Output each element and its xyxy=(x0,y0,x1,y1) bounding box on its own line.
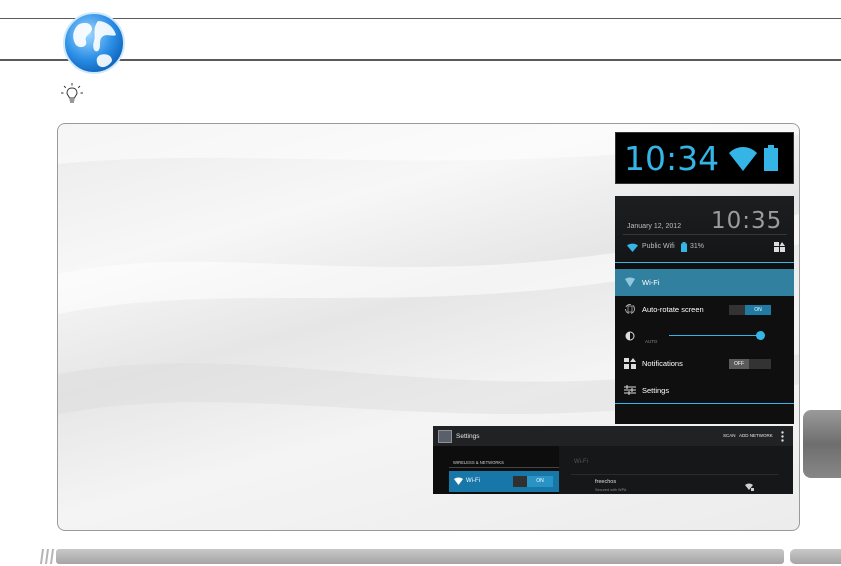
scan-button[interactable]: SCAN xyxy=(723,433,736,438)
quick-setting-label: Wi-Fi xyxy=(642,278,660,287)
quick-setting-brightness: AUTO xyxy=(615,323,794,350)
settings-app-icon[interactable] xyxy=(438,430,452,443)
footer-stripes xyxy=(40,549,54,564)
footer-bar xyxy=(56,549,784,564)
footer-page-tab xyxy=(790,549,841,564)
brightness-auto-label[interactable]: AUTO xyxy=(645,339,657,344)
section-header: WIRELESS & NETWORKS xyxy=(453,460,504,465)
quick-setting-label: Notifications xyxy=(642,359,683,368)
divider xyxy=(571,474,779,475)
action-bar-title: Settings xyxy=(456,433,480,440)
divider-accent xyxy=(615,262,794,263)
quick-setting-settings[interactable]: Settings xyxy=(615,377,794,404)
lightbulb-icon xyxy=(61,83,83,103)
quick-setting-notifications[interactable]: Notifications OFF xyxy=(615,350,794,377)
network-status: Secured with WPA xyxy=(595,488,627,492)
settings-item-label: Wi-Fi xyxy=(466,478,480,484)
toggle-state: ON xyxy=(527,476,553,487)
rotate-icon xyxy=(625,304,635,314)
toggle-state: OFF xyxy=(729,359,749,369)
wifi-icon xyxy=(454,477,463,485)
quick-setting-label: Settings xyxy=(642,386,670,395)
quick-setting-label: Auto-rotate screen xyxy=(642,305,704,314)
brightness-slider-track[interactable] xyxy=(669,335,765,336)
status-time: 10:34 xyxy=(624,139,720,178)
toggle-state: ON xyxy=(745,305,771,315)
side-chapter-tab xyxy=(803,410,841,478)
wifi-icon xyxy=(627,243,638,252)
network-name[interactable]: freechos xyxy=(595,479,616,485)
battery-icon xyxy=(764,145,778,171)
wifi-icon xyxy=(729,147,757,171)
auto-rotate-toggle[interactable]: ON xyxy=(729,305,771,315)
settings-sliders-icon xyxy=(624,385,636,395)
globe-icon xyxy=(63,12,125,74)
status-bar-clock: 10:34 xyxy=(615,132,794,184)
wifi-lock-icon xyxy=(745,483,754,491)
network-name[interactable]: Public Wifi xyxy=(642,243,675,250)
divider xyxy=(623,234,787,235)
battery-level: 31% xyxy=(690,243,705,250)
header-rule-bottom xyxy=(0,59,841,61)
divider-accent xyxy=(615,403,794,404)
notification-panel: January 12, 2012 10:35 Public Wifi 31% W… xyxy=(615,196,794,424)
wifi-settings-screen: Settings SCAN ADD NETWORK WIRELESS & NET… xyxy=(433,426,793,494)
notification-time: 10:35 xyxy=(711,208,783,234)
wifi-toggle[interactable]: ON xyxy=(513,476,553,487)
overflow-menu-icon[interactable] xyxy=(781,431,784,442)
divider xyxy=(449,467,559,468)
header-rule-top xyxy=(0,18,841,19)
quick-setting-auto-rotate[interactable]: Auto-rotate screen ON xyxy=(615,296,794,323)
brightness-icon xyxy=(625,331,635,341)
quick-setting-wifi[interactable]: Wi-Fi xyxy=(615,269,794,296)
add-network-button[interactable]: ADD NETWORK xyxy=(739,433,773,438)
settings-item-wifi[interactable]: Wi-Fi ON xyxy=(449,471,559,492)
wifi-networks-list: Wi-Fi freechos Secured with WPA xyxy=(559,446,793,494)
brightness-slider-thumb[interactable] xyxy=(755,331,765,340)
notifications-toggle[interactable]: OFF xyxy=(729,359,771,369)
list-header: Wi-Fi xyxy=(574,459,588,465)
notifications-icon xyxy=(624,358,636,369)
notifications-toggle-icon[interactable] xyxy=(774,242,785,252)
wifi-triangle-icon xyxy=(625,277,635,287)
battery-icon xyxy=(681,242,687,252)
notification-date: January 12, 2012 xyxy=(627,223,682,230)
